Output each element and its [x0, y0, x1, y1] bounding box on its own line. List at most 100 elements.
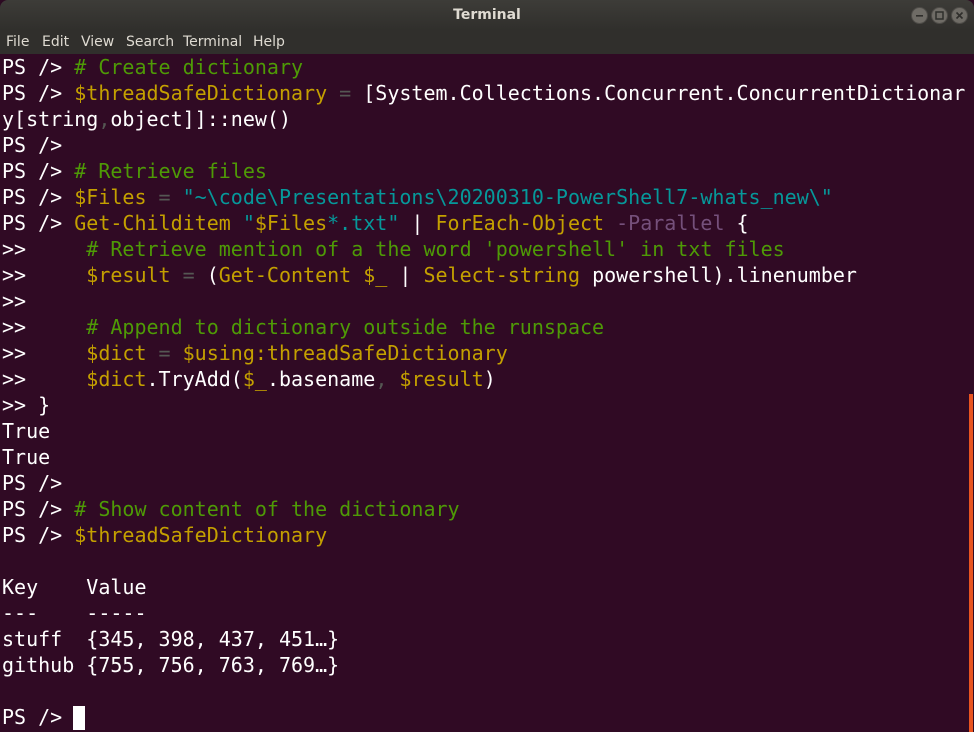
- close-button[interactable]: [951, 7, 968, 24]
- menu-file[interactable]: File: [6, 34, 29, 50]
- terminal-line: True: [2, 418, 50, 444]
- terminal-line: PS /> $threadSafeDictionary = [System.Co…: [2, 80, 965, 106]
- terminal-text: ForEach-Object: [435, 211, 605, 235]
- terminal-line: >>: [2, 288, 26, 314]
- scrollbar-thumb[interactable]: [969, 394, 973, 732]
- menu-edit[interactable]: Edit: [42, 34, 69, 50]
- menu-bar: File Edit View Search Terminal Help: [0, 30, 974, 54]
- terminal-text: "~\code\Presentations\20200310-PowerShel…: [182, 185, 833, 209]
- terminal-text: PS />: [2, 497, 75, 521]
- terminal-line: >> # Append to dictionary outside the ru…: [2, 314, 604, 340]
- terminal-text: Key Value: [2, 575, 147, 599]
- terminal-text: >>: [2, 341, 87, 365]
- terminal-text: True: [2, 445, 51, 469]
- terminal-text: Get-Childitem: [74, 211, 231, 235]
- terminal-text: ,: [98, 107, 111, 131]
- minimize-button[interactable]: [911, 7, 928, 24]
- terminal-text: $Files: [74, 185, 147, 209]
- terminal-text: True: [2, 419, 51, 443]
- terminal-output[interactable]: PS /> # Create dictionary PS /> $threadSa…: [0, 54, 968, 732]
- terminal-text: {: [724, 211, 749, 235]
- terminal-text: $Files: [254, 211, 328, 235]
- terminal-text: # Retrieve mention of a the word 'powers…: [86, 237, 785, 261]
- terminal-text: # Retrieve files: [74, 159, 267, 183]
- terminal-text: # Create dictionary: [74, 55, 304, 79]
- terminal-text: $threadSafeDictionary: [74, 523, 328, 547]
- minimize-icon: [916, 15, 923, 17]
- terminal-text: $threadSafeDictionary: [74, 81, 328, 105]
- terminal-text: $_: [363, 263, 388, 287]
- terminal-text: ": [242, 211, 255, 235]
- terminal-line: PS />: [2, 132, 62, 158]
- terminal-text: |: [399, 211, 436, 235]
- terminal-text: Select-string: [423, 263, 581, 287]
- menu-search[interactable]: Search: [126, 34, 174, 50]
- terminal-text: >>: [2, 367, 87, 391]
- terminal-text: # Append to dictionary outside the runsp…: [86, 315, 605, 339]
- terminal-text: PS />: [2, 705, 75, 729]
- terminal-text: $using:threadSafeDictionary: [182, 341, 508, 365]
- menu-terminal[interactable]: Terminal: [183, 34, 242, 50]
- terminal-line: >> $dict = $using:threadSafeDictionary: [2, 340, 508, 366]
- terminal-line: Key Value: [2, 574, 147, 600]
- terminal-text: --- -----: [2, 601, 147, 625]
- terminal-text: ,: [375, 367, 400, 391]
- terminal-line: PS />: [2, 704, 74, 730]
- menu-help[interactable]: Help: [253, 34, 285, 50]
- terminal-text: =: [327, 81, 364, 105]
- maximize-button[interactable]: [931, 7, 948, 24]
- terminal-text: PS />: [2, 133, 63, 157]
- terminal-text: # Show content of the dictionary: [74, 497, 460, 521]
- terminal-text: >> }: [2, 393, 51, 417]
- maximize-icon: [935, 11, 944, 20]
- terminal-text: $_: [242, 367, 267, 391]
- terminal-text: *.txt": [327, 211, 400, 235]
- terminal-text: -Parallel: [604, 211, 725, 235]
- terminal-text: PS />: [2, 55, 75, 79]
- terminal-text: PS />: [2, 81, 75, 105]
- terminal-text: =: [170, 263, 207, 287]
- terminal-text: >>: [2, 237, 87, 261]
- terminal-text: .TryAdd(: [146, 367, 243, 391]
- scrollbar[interactable]: [968, 54, 974, 732]
- window-title: Terminal: [453, 7, 521, 23]
- terminal-text: |: [387, 263, 424, 287]
- terminal-text: ): [483, 367, 496, 391]
- terminal-text: PS />: [2, 159, 75, 183]
- terminal-line: PS /> # Show content of the dictionary: [2, 496, 460, 522]
- terminal-line: >> $result = (Get-Content $_ | Select-st…: [2, 262, 857, 288]
- terminal-line: PS />: [2, 470, 62, 496]
- terminal-text: PS />: [2, 471, 63, 495]
- close-icon: [955, 11, 964, 20]
- terminal-text: PS />: [2, 185, 75, 209]
- terminal-line: >> $dict.TryAdd($_.basename, $result): [2, 366, 496, 392]
- title-bar[interactable]: Terminal: [0, 0, 974, 30]
- terminal-text: $dict: [86, 367, 147, 391]
- terminal-line: PS /> # Retrieve files: [2, 158, 267, 184]
- terminal-text: y[string: [2, 107, 99, 131]
- terminal-line: --- -----: [2, 600, 147, 626]
- menu-view[interactable]: View: [81, 34, 114, 50]
- terminal-line: y[string,object]]::new(): [2, 106, 291, 132]
- terminal-text: >>: [2, 263, 87, 287]
- terminal-text: PS />: [2, 211, 75, 235]
- terminal-line: PS /> # Create dictionary: [2, 54, 303, 80]
- terminal-text: >>: [2, 289, 27, 313]
- terminal-text: $dict: [86, 341, 147, 365]
- terminal-text: =: [146, 341, 183, 365]
- terminal-line: PS /> $Files = "~\code\Presentations\202…: [2, 184, 833, 210]
- terminal-text: github {755, 756, 763, 769…}: [2, 653, 340, 677]
- terminal-text: PS />: [2, 523, 75, 547]
- terminal-line: PS /> Get-Childitem "$Files*.txt" | ForE…: [2, 210, 749, 236]
- terminal-text: powershell).linenumber: [580, 263, 857, 287]
- terminal-text: $result: [399, 367, 484, 391]
- terminal-text: $result: [86, 263, 171, 287]
- terminal-text: Get-Content: [218, 263, 352, 287]
- terminal-text: =: [146, 185, 183, 209]
- terminal-line: >> }: [2, 392, 50, 418]
- terminal-line: True: [2, 444, 50, 470]
- terminal-window: Terminal File Edit View Search Terminal …: [0, 0, 974, 732]
- text-cursor: [73, 706, 85, 730]
- terminal-text: object]]::new(): [110, 107, 291, 131]
